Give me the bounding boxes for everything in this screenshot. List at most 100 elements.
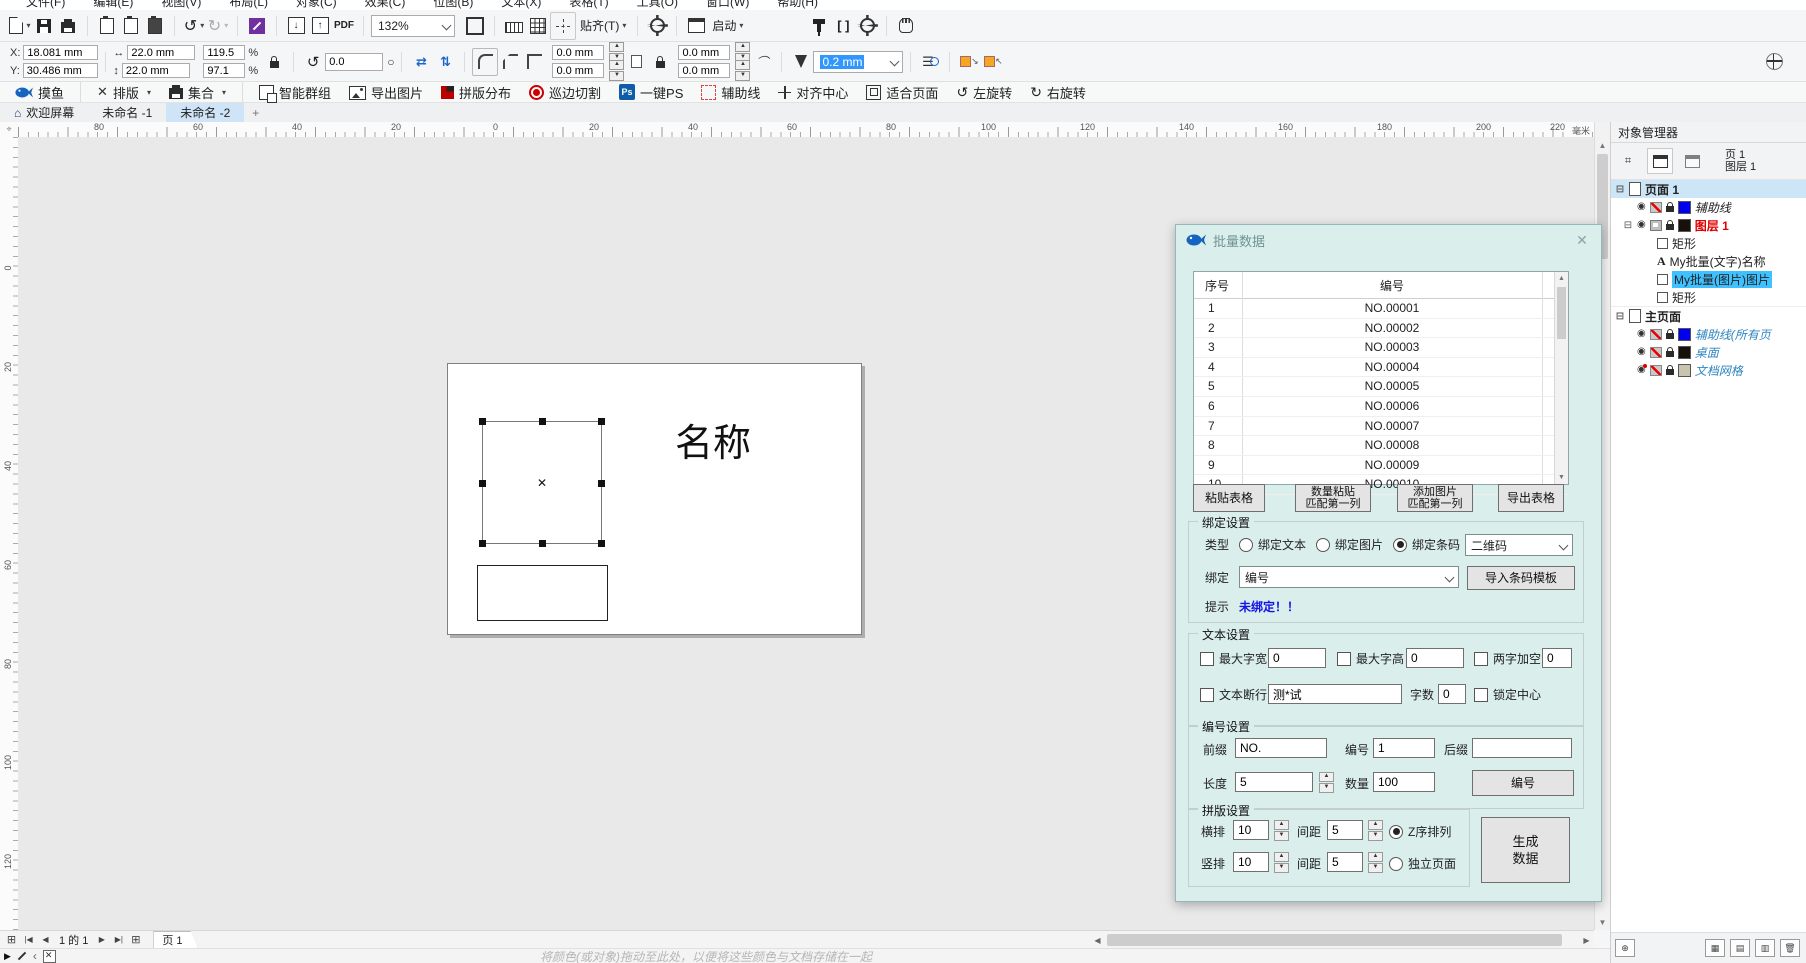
tree-rectangle-object[interactable]: 矩形	[1611, 234, 1806, 252]
no-print-icon[interactable]	[1650, 365, 1662, 376]
radio-bind-barcode[interactable]: 绑定条码	[1393, 536, 1460, 553]
edit-across-layers-button[interactable]	[1647, 148, 1673, 174]
tab-untitled-1[interactable]: 未命名 -1	[88, 103, 166, 122]
selection-brackets-button[interactable]: [ ]	[831, 13, 855, 39]
horizontal-scrollbar[interactable]: ◀ ▶	[1090, 930, 1594, 949]
impose-distribute-button[interactable]: 拼版分布	[432, 82, 520, 102]
no-color-well[interactable]	[43, 950, 56, 963]
corner-round-button[interactable]	[472, 48, 498, 76]
table-scroll-thumb[interactable]	[1557, 287, 1566, 339]
lock-icon[interactable]	[1666, 333, 1674, 339]
horizontal-ruler[interactable]: 80 60 40 20 0 20 40 60 80 100 120 140 16…	[18, 122, 1594, 138]
selection-handle[interactable]	[479, 480, 486, 487]
new-document-button[interactable]: ▾	[8, 13, 32, 39]
rotate-left-button[interactable]: ↺左旋转	[947, 82, 1021, 102]
page-1-tab[interactable]: 页 1	[153, 931, 197, 948]
two-char-space-input[interactable]	[1542, 648, 1572, 668]
publish-pdf-button[interactable]: PDF	[332, 13, 356, 39]
menu-tools[interactable]: 工具(O)	[637, 0, 678, 10]
to-back-button[interactable]: ↖	[981, 49, 1005, 75]
menu-table[interactable]: 表格(T)	[569, 0, 608, 10]
start-number-input[interactable]	[1373, 738, 1435, 758]
object-height-input[interactable]	[122, 63, 190, 78]
new-master-layer-odd-button[interactable]: ▥	[1755, 939, 1775, 957]
corner-radius-bl-input[interactable]	[552, 63, 604, 78]
tree-desktop-layer[interactable]: ◉桌面	[1611, 343, 1806, 361]
scale-x-input[interactable]	[203, 45, 245, 60]
text-wrap-checkbox[interactable]: 文本断行	[1200, 686, 1267, 703]
prefix-input[interactable]	[1235, 738, 1327, 758]
edge-cut-button[interactable]: 巡边切割	[520, 82, 610, 102]
pos-y-input[interactable]	[23, 63, 98, 78]
corner-radius-tl-input[interactable]	[552, 45, 604, 60]
table-row[interactable]: 2NO.00002	[1194, 319, 1568, 339]
one-click-ps-button[interactable]: Ps一键PS	[610, 82, 692, 102]
tree-guides-layer[interactable]: ◉辅助线	[1611, 198, 1806, 216]
tracer-button[interactable]	[245, 13, 269, 39]
new-layer-button[interactable]: ⊕	[1615, 939, 1635, 957]
collapse-icon[interactable]: ⊟	[1615, 311, 1625, 322]
copy-button[interactable]	[119, 13, 143, 39]
rotate-right-button[interactable]: ↻右旋转	[1021, 82, 1095, 102]
visibility-eye-off-icon[interactable]: ◉	[1637, 365, 1646, 375]
corner-radius-tr-input[interactable]	[678, 45, 730, 60]
collapse-icon[interactable]: ⊟	[1615, 184, 1625, 195]
radio-bind-text[interactable]: 绑定文本	[1239, 536, 1306, 553]
lock-icon[interactable]	[1666, 224, 1674, 230]
bind-column-combo[interactable]: 编号	[1239, 566, 1459, 588]
table-row[interactable]: 8NO.00008	[1194, 436, 1568, 456]
save-button[interactable]	[32, 13, 56, 39]
radio-z-order[interactable]: Z序排列	[1389, 823, 1451, 840]
scroll-left-arrow[interactable]: ◀	[1090, 932, 1105, 948]
rows-input[interactable]	[1233, 852, 1269, 872]
prev-page-button[interactable]: ◀	[38, 932, 53, 947]
selection-handle[interactable]	[479, 540, 486, 547]
columns-input[interactable]	[1233, 820, 1269, 840]
dialog-close-button[interactable]: ✕	[1573, 232, 1591, 249]
generate-numbers-button[interactable]: 编号	[1472, 770, 1574, 796]
name-text-object[interactable]: 名称	[675, 412, 751, 467]
delete-layer-button[interactable]: 🗑	[1780, 939, 1800, 957]
fillet-icon[interactable]: ⌒	[750, 49, 774, 75]
menu-layout[interactable]: 布局(L)	[229, 0, 268, 10]
tree-document-grid[interactable]: ◉文档网格	[1611, 361, 1806, 379]
max-char-height-input[interactable]	[1406, 648, 1464, 668]
print-button[interactable]	[56, 13, 80, 39]
selection-handle[interactable]	[598, 540, 605, 547]
align-center-button[interactable]: 对齐中心	[769, 82, 857, 102]
max-char-height-checkbox[interactable]: 最大字高	[1337, 650, 1404, 667]
gap-h-spinner[interactable]: ▲▼	[1368, 820, 1383, 841]
tree-layer-1[interactable]: ⊟◉图层 1	[1611, 216, 1806, 234]
pan-hand-button[interactable]	[894, 13, 918, 39]
palette-expand-arrow[interactable]: ▶	[4, 951, 11, 962]
gap-h-input[interactable]	[1327, 820, 1363, 840]
length-spinner[interactable]: ▲▼	[1319, 772, 1334, 793]
import-button[interactable]: ↓	[284, 13, 308, 39]
ruler-origin-corner[interactable]: ⌖	[0, 122, 19, 138]
rectangle-object[interactable]	[477, 565, 608, 621]
menu-view[interactable]: 视图(V)	[161, 0, 201, 10]
scale-y-input[interactable]	[203, 63, 245, 78]
to-front-button[interactable]: ↘	[957, 49, 981, 75]
lock-icon[interactable]	[1666, 369, 1674, 375]
fullscreen-preview-button[interactable]	[463, 13, 487, 39]
show-grid-button[interactable]	[526, 13, 550, 39]
visibility-eye-icon[interactable]: ◉	[1637, 220, 1646, 230]
paste-table-button[interactable]: 粘贴表格	[1193, 484, 1265, 512]
lock-center-checkbox[interactable]: 锁定中心	[1474, 686, 1541, 703]
undo-button[interactable]: ↺▾	[182, 13, 206, 39]
lock-icon[interactable]	[1666, 351, 1674, 357]
tree-image-object-selected[interactable]: My批量(图片)图片	[1611, 270, 1806, 288]
generate-data-button[interactable]: 生成数据	[1481, 817, 1570, 883]
length-input[interactable]	[1235, 772, 1313, 792]
mirror-vertical-button[interactable]: ⇅	[433, 49, 457, 75]
dialog-title-bar[interactable]: 批量数据	[1176, 225, 1601, 255]
options-gear-button[interactable]	[645, 13, 669, 39]
table-scroll-up[interactable]: ▲	[1555, 272, 1568, 285]
rotation-angle-input[interactable]	[325, 53, 383, 71]
table-row[interactable]: 1NO.00001	[1194, 299, 1568, 319]
text-wrap-input[interactable]	[1268, 684, 1402, 704]
no-print-icon[interactable]	[1650, 329, 1662, 340]
new-master-layer-all-button[interactable]: ▤	[1730, 939, 1750, 957]
table-row[interactable]: 6NO.00006	[1194, 397, 1568, 417]
